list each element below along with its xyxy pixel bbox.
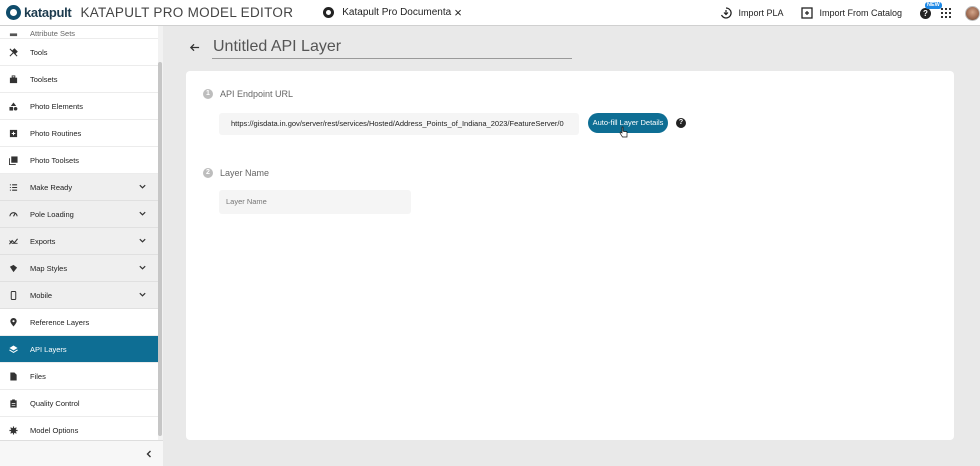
step-number: 1 bbox=[203, 89, 213, 99]
auto-fill-layer-details-button[interactable]: Auto-fill Layer Details bbox=[588, 113, 668, 133]
photo-stack-icon bbox=[9, 155, 18, 165]
sidebar-item-label: Map Styles bbox=[30, 263, 68, 273]
sidebar-scrollbar[interactable] bbox=[158, 26, 163, 440]
sidebar-item-label: Model Options bbox=[30, 425, 79, 435]
sidebar-item-quality-control[interactable]: Quality Control bbox=[0, 390, 158, 417]
list-icon bbox=[9, 183, 18, 191]
back-arrow-icon[interactable] bbox=[189, 42, 200, 53]
logo-text: katapult bbox=[24, 5, 72, 20]
sidebar-collapse-bar bbox=[0, 440, 163, 466]
sidebar: Attribute Sets Tools Toolsets Photo Elemen… bbox=[0, 26, 158, 440]
map-pin-icon bbox=[10, 317, 17, 327]
step-layer-name: 2 Layer Name bbox=[203, 168, 269, 178]
katapult-logo-icon bbox=[6, 5, 21, 20]
shapes-icon bbox=[9, 101, 18, 111]
chevron-down-icon[interactable] bbox=[138, 209, 147, 218]
documentation-tab-label: Katapult Pro Documenta bbox=[342, 7, 452, 18]
step-number: 2 bbox=[203, 168, 213, 178]
clipboard-icon bbox=[10, 398, 17, 408]
import-pla-label: Import PLA bbox=[738, 8, 784, 18]
page-title-row bbox=[186, 36, 576, 60]
chevron-down-icon[interactable] bbox=[138, 182, 147, 191]
sidebar-item-label: Toolsets bbox=[30, 74, 58, 84]
sidebar-item-label: Make Ready bbox=[30, 182, 73, 192]
sidebar-item-label: Reference Layers bbox=[30, 317, 90, 327]
sidebar-item-pole-loading[interactable]: Pole Loading bbox=[0, 201, 158, 228]
top-bar: katapult KATAPULT PRO MODEL EDITOR Katap… bbox=[0, 0, 980, 26]
layer-title-input[interactable] bbox=[212, 36, 572, 59]
chevron-down-icon[interactable] bbox=[138, 290, 147, 299]
sidebar-item-label: Photo Routines bbox=[30, 128, 82, 138]
sidebar-item-reference-layers[interactable]: Reference Layers bbox=[0, 309, 158, 336]
import-pla-icon bbox=[721, 7, 733, 19]
sidebar-item-label: Pole Loading bbox=[30, 209, 74, 219]
sidebar-item-tools[interactable]: Tools bbox=[0, 39, 158, 66]
sidebar-item-label: API Layers bbox=[30, 344, 67, 354]
sidebar-item-label: Attribute Sets bbox=[30, 29, 76, 38]
gear-icon bbox=[9, 425, 18, 435]
phone-icon bbox=[10, 290, 17, 300]
hand-cursor-icon bbox=[619, 126, 628, 138]
add-box-icon bbox=[9, 129, 18, 137]
sidebar-item-map-styles[interactable]: Map Styles bbox=[0, 255, 158, 282]
sidebar-item-label: Exports bbox=[30, 236, 56, 246]
sidebar-item-photo-elements[interactable]: Photo Elements bbox=[0, 93, 158, 120]
sidebar-scroll-thumb[interactable] bbox=[158, 62, 162, 436]
sidebar-item-attribute-sets[interactable]: Attribute Sets bbox=[0, 26, 158, 39]
sidebar-item-label: Photo Elements bbox=[30, 101, 83, 111]
sidebar-item-photo-routines[interactable]: Photo Routines bbox=[0, 120, 158, 147]
sidebar-item-label: Mobile bbox=[30, 290, 53, 300]
documentation-icon bbox=[323, 7, 335, 18]
chevron-down-icon[interactable] bbox=[138, 236, 147, 245]
attribute-sets-icon bbox=[9, 33, 18, 37]
step-api-endpoint: 1 API Endpoint URL bbox=[203, 89, 293, 99]
toolbox-icon bbox=[9, 74, 18, 83]
help-icon: ? bbox=[920, 7, 931, 19]
close-icon[interactable]: × bbox=[454, 6, 462, 19]
sidebar-item-label: Files bbox=[30, 371, 46, 381]
katapult-logo[interactable]: katapult bbox=[6, 5, 72, 20]
gauge-icon bbox=[9, 211, 18, 217]
new-badge: NEW bbox=[925, 1, 942, 9]
sidebar-item-model-options[interactable]: Model Options bbox=[0, 417, 158, 440]
import-from-catalog-button[interactable]: Import From Catalog bbox=[801, 7, 902, 19]
sidebar-item-mobile[interactable]: Mobile bbox=[0, 282, 158, 309]
chart-line-icon bbox=[9, 237, 18, 245]
sidebar-item-files[interactable]: Files bbox=[0, 363, 158, 390]
catalog-icon bbox=[801, 7, 814, 19]
layers-icon bbox=[9, 344, 18, 353]
import-from-catalog-label: Import From Catalog bbox=[819, 8, 902, 18]
avatar[interactable] bbox=[965, 5, 980, 21]
sidebar-item-toolsets[interactable]: Toolsets bbox=[0, 66, 158, 93]
help-button[interactable]: ? NEW bbox=[920, 1, 942, 19]
help-icon[interactable]: ? bbox=[676, 118, 686, 128]
sidebar-item-api-layers[interactable]: API Layers bbox=[0, 336, 158, 363]
sidebar-item-make-ready[interactable]: Make Ready bbox=[0, 174, 158, 201]
api-layer-form-card: 1 API Endpoint URL https://gisdata.in.go… bbox=[186, 71, 954, 440]
step-label: API Endpoint URL bbox=[220, 89, 294, 99]
step-label: Layer Name bbox=[220, 168, 270, 178]
sidebar-item-label: Photo Toolsets bbox=[30, 155, 80, 165]
tools-icon bbox=[9, 47, 18, 56]
documentation-tab[interactable]: Katapult Pro Documenta × bbox=[323, 6, 462, 19]
sidebar-item-exports[interactable]: Exports bbox=[0, 228, 158, 255]
sidebar-item-label: Quality Control bbox=[30, 398, 80, 408]
file-icon bbox=[10, 371, 17, 381]
chevron-down-icon[interactable] bbox=[138, 263, 147, 272]
layer-name-field[interactable] bbox=[219, 190, 411, 214]
map-styles-icon bbox=[9, 264, 18, 272]
apps-grid-icon[interactable] bbox=[941, 8, 951, 18]
app-title: KATAPULT PRO MODEL EDITOR bbox=[80, 5, 294, 20]
sidebar-item-photo-toolsets[interactable]: Photo Toolsets bbox=[0, 147, 158, 174]
api-endpoint-url-field[interactable]: https://gisdata.in.gov/server/rest/servi… bbox=[219, 113, 579, 135]
collapse-sidebar-icon[interactable] bbox=[144, 449, 154, 459]
sidebar-item-label: Tools bbox=[30, 47, 48, 57]
import-pla-button[interactable]: Import PLA bbox=[720, 7, 783, 19]
